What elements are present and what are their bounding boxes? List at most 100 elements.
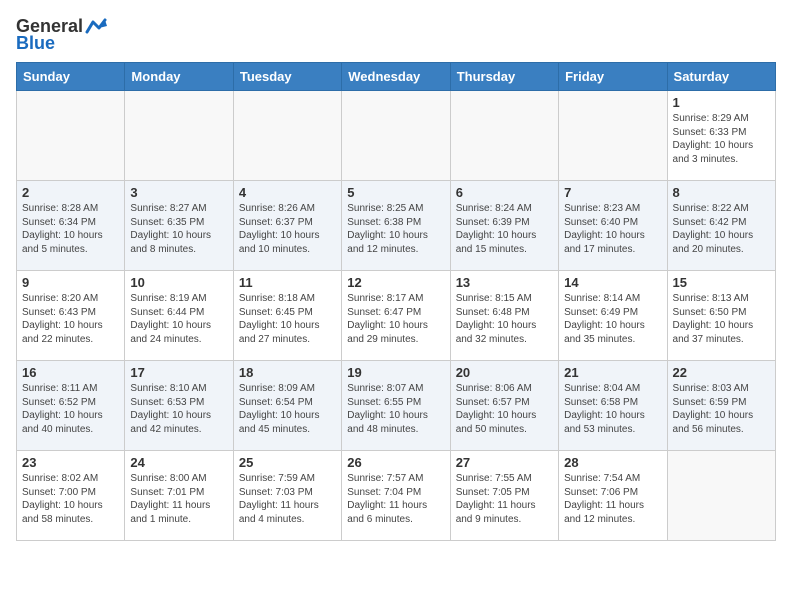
- day-number: 19: [347, 365, 444, 380]
- col-header-saturday: Saturday: [667, 63, 775, 91]
- col-header-tuesday: Tuesday: [233, 63, 341, 91]
- calendar-table: SundayMondayTuesdayWednesdayThursdayFrid…: [16, 62, 776, 541]
- calendar-cell: 23 Sunrise: 8:02 AM Sunset: 7:00 PM Dayli…: [17, 451, 125, 541]
- day-info: Sunrise: 7:57 AM Sunset: 7:04 PM Dayligh…: [347, 472, 444, 526]
- day-info: Sunrise: 7:55 AM Sunset: 7:05 PM Dayligh…: [456, 472, 553, 526]
- day-info: Sunrise: 8:14 AM Sunset: 6:49 PM Dayligh…: [564, 292, 661, 346]
- day-info: Sunrise: 8:22 AM Sunset: 6:42 PM Dayligh…: [673, 202, 770, 256]
- day-info: Sunrise: 8:00 AM Sunset: 7:01 PM Dayligh…: [130, 472, 227, 526]
- day-number: 5: [347, 185, 444, 200]
- calendar-cell: [450, 91, 558, 181]
- day-info: Sunrise: 8:15 AM Sunset: 6:48 PM Dayligh…: [456, 292, 553, 346]
- day-info: Sunrise: 8:26 AM Sunset: 6:37 PM Dayligh…: [239, 202, 336, 256]
- calendar-cell: [125, 91, 233, 181]
- day-info: Sunrise: 8:09 AM Sunset: 6:54 PM Dayligh…: [239, 382, 336, 436]
- day-info: Sunrise: 8:25 AM Sunset: 6:38 PM Dayligh…: [347, 202, 444, 256]
- day-info: Sunrise: 8:27 AM Sunset: 6:35 PM Dayligh…: [130, 202, 227, 256]
- calendar-cell: 17 Sunrise: 8:10 AM Sunset: 6:53 PM Dayli…: [125, 361, 233, 451]
- calendar-cell: 2Sunrise: 8:28 AM Sunset: 6:34 PM Daylig…: [17, 181, 125, 271]
- day-number: 13: [456, 275, 553, 290]
- day-number: 4: [239, 185, 336, 200]
- day-info: Sunrise: 7:59 AM Sunset: 7:03 PM Dayligh…: [239, 472, 336, 526]
- day-number: 16: [22, 365, 119, 380]
- day-info: Sunrise: 8:28 AM Sunset: 6:34 PM Dayligh…: [22, 202, 119, 256]
- day-info: Sunrise: 8:29 AM Sunset: 6:33 PM Dayligh…: [673, 112, 770, 166]
- day-info: Sunrise: 7:54 AM Sunset: 7:06 PM Dayligh…: [564, 472, 661, 526]
- day-number: 23: [22, 455, 119, 470]
- calendar-cell: 1 Sunrise: 8:29 AM Sunset: 6:33 PM Daylig…: [667, 91, 775, 181]
- day-number: 20: [456, 365, 553, 380]
- calendar-week-row: 2Sunrise: 8:28 AM Sunset: 6:34 PM Daylig…: [17, 181, 776, 271]
- calendar-cell: 21 Sunrise: 8:04 AM Sunset: 6:58 PM Dayli…: [559, 361, 667, 451]
- day-number: 1: [673, 95, 770, 110]
- calendar-week-row: 9Sunrise: 8:20 AM Sunset: 6:43 PM Daylig…: [17, 271, 776, 361]
- col-header-wednesday: Wednesday: [342, 63, 450, 91]
- calendar-header-row: SundayMondayTuesdayWednesdayThursdayFrid…: [17, 63, 776, 91]
- calendar-week-row: 1 Sunrise: 8:29 AM Sunset: 6:33 PM Daylig…: [17, 91, 776, 181]
- calendar-cell: 12 Sunrise: 8:17 AM Sunset: 6:47 PM Dayli…: [342, 271, 450, 361]
- day-number: 14: [564, 275, 661, 290]
- day-number: 12: [347, 275, 444, 290]
- day-info: Sunrise: 8:17 AM Sunset: 6:47 PM Dayligh…: [347, 292, 444, 346]
- calendar-cell: 5 Sunrise: 8:25 AM Sunset: 6:38 PM Daylig…: [342, 181, 450, 271]
- calendar-cell: 25 Sunrise: 7:59 AM Sunset: 7:03 PM Dayli…: [233, 451, 341, 541]
- logo-blue-text: Blue: [16, 33, 55, 54]
- calendar-cell: 19Sunrise: 8:07 AM Sunset: 6:55 PM Dayli…: [342, 361, 450, 451]
- calendar-cell: 24 Sunrise: 8:00 AM Sunset: 7:01 PM Dayli…: [125, 451, 233, 541]
- calendar-cell: 26 Sunrise: 7:57 AM Sunset: 7:04 PM Dayli…: [342, 451, 450, 541]
- day-number: 28: [564, 455, 661, 470]
- logo: General Blue: [16, 16, 107, 54]
- day-info: Sunrise: 8:04 AM Sunset: 6:58 PM Dayligh…: [564, 382, 661, 436]
- day-number: 15: [673, 275, 770, 290]
- calendar-cell: 6 Sunrise: 8:24 AM Sunset: 6:39 PM Daylig…: [450, 181, 558, 271]
- day-number: 22: [673, 365, 770, 380]
- page-header: General Blue: [16, 16, 776, 54]
- calendar-cell: 11 Sunrise: 8:18 AM Sunset: 6:45 PM Dayli…: [233, 271, 341, 361]
- day-number: 26: [347, 455, 444, 470]
- calendar-cell: 15 Sunrise: 8:13 AM Sunset: 6:50 PM Dayli…: [667, 271, 775, 361]
- calendar-cell: 18 Sunrise: 8:09 AM Sunset: 6:54 PM Dayli…: [233, 361, 341, 451]
- calendar-cell: 9Sunrise: 8:20 AM Sunset: 6:43 PM Daylig…: [17, 271, 125, 361]
- col-header-sunday: Sunday: [17, 63, 125, 91]
- day-number: 27: [456, 455, 553, 470]
- calendar-cell: 13 Sunrise: 8:15 AM Sunset: 6:48 PM Dayli…: [450, 271, 558, 361]
- calendar-cell: 8Sunrise: 8:22 AM Sunset: 6:42 PM Daylig…: [667, 181, 775, 271]
- day-info: Sunrise: 8:11 AM Sunset: 6:52 PM Dayligh…: [22, 382, 119, 436]
- day-number: 7: [564, 185, 661, 200]
- calendar-cell: 7 Sunrise: 8:23 AM Sunset: 6:40 PM Daylig…: [559, 181, 667, 271]
- day-number: 6: [456, 185, 553, 200]
- day-info: Sunrise: 8:24 AM Sunset: 6:39 PM Dayligh…: [456, 202, 553, 256]
- calendar-cell: 3 Sunrise: 8:27 AM Sunset: 6:35 PM Daylig…: [125, 181, 233, 271]
- calendar-cell: 14 Sunrise: 8:14 AM Sunset: 6:49 PM Dayli…: [559, 271, 667, 361]
- calendar-cell: 20Sunrise: 8:06 AM Sunset: 6:57 PM Dayli…: [450, 361, 558, 451]
- calendar-cell: [559, 91, 667, 181]
- calendar-cell: 22 Sunrise: 8:03 AM Sunset: 6:59 PM Dayli…: [667, 361, 775, 451]
- day-number: 11: [239, 275, 336, 290]
- day-info: Sunrise: 8:19 AM Sunset: 6:44 PM Dayligh…: [130, 292, 227, 346]
- day-info: Sunrise: 8:18 AM Sunset: 6:45 PM Dayligh…: [239, 292, 336, 346]
- day-info: Sunrise: 8:03 AM Sunset: 6:59 PM Dayligh…: [673, 382, 770, 436]
- day-info: Sunrise: 8:10 AM Sunset: 6:53 PM Dayligh…: [130, 382, 227, 436]
- day-number: 17: [130, 365, 227, 380]
- day-info: Sunrise: 8:13 AM Sunset: 6:50 PM Dayligh…: [673, 292, 770, 346]
- calendar-cell: [342, 91, 450, 181]
- day-number: 21: [564, 365, 661, 380]
- day-number: 18: [239, 365, 336, 380]
- calendar-cell: [17, 91, 125, 181]
- calendar-week-row: 23 Sunrise: 8:02 AM Sunset: 7:00 PM Dayli…: [17, 451, 776, 541]
- day-number: 25: [239, 455, 336, 470]
- calendar-cell: 16 Sunrise: 8:11 AM Sunset: 6:52 PM Dayli…: [17, 361, 125, 451]
- day-info: Sunrise: 8:23 AM Sunset: 6:40 PM Dayligh…: [564, 202, 661, 256]
- col-header-friday: Friday: [559, 63, 667, 91]
- day-number: 3: [130, 185, 227, 200]
- calendar-cell: [667, 451, 775, 541]
- day-number: 24: [130, 455, 227, 470]
- logo-bird-icon: [85, 18, 107, 36]
- day-number: 10: [130, 275, 227, 290]
- calendar-cell: 10 Sunrise: 8:19 AM Sunset: 6:44 PM Dayli…: [125, 271, 233, 361]
- day-info: Sunrise: 8:02 AM Sunset: 7:00 PM Dayligh…: [22, 472, 119, 526]
- col-header-thursday: Thursday: [450, 63, 558, 91]
- col-header-monday: Monday: [125, 63, 233, 91]
- day-number: 9: [22, 275, 119, 290]
- calendar-week-row: 16 Sunrise: 8:11 AM Sunset: 6:52 PM Dayli…: [17, 361, 776, 451]
